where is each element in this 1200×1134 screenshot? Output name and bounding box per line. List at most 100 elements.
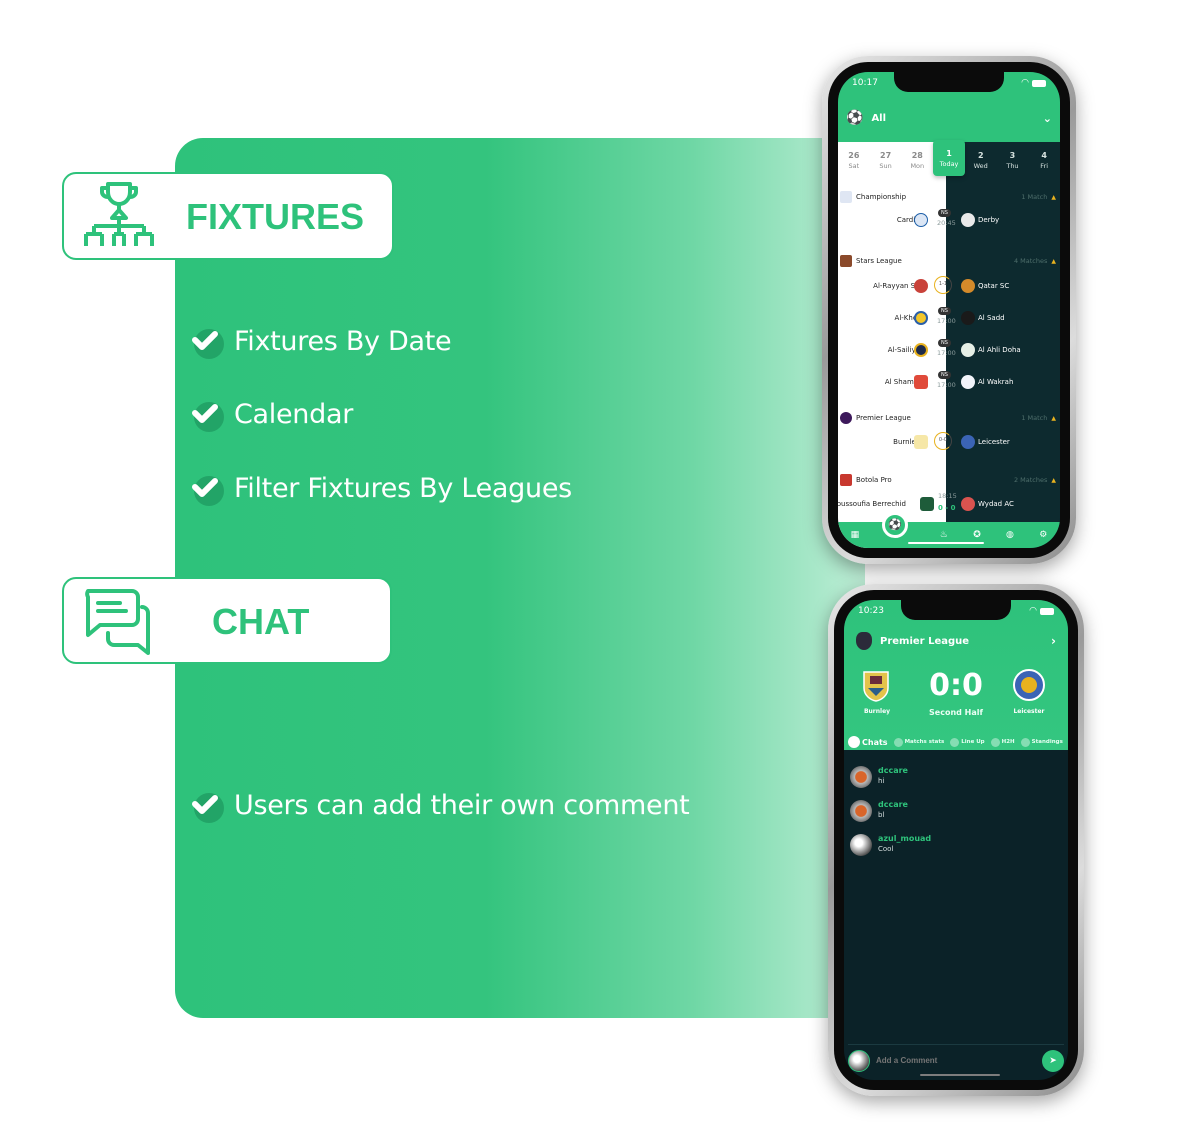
league-header[interactable]: Botola Pro 2 Matches ▲ bbox=[840, 471, 1058, 489]
calendar-icon[interactable]: ▦ bbox=[851, 530, 860, 540]
team-crest bbox=[914, 343, 928, 357]
wifi-icon: ◠ bbox=[1029, 606, 1037, 616]
standings-icon bbox=[1020, 737, 1030, 747]
date-item[interactable]: 28 Mon bbox=[901, 144, 933, 178]
date-item[interactable]: 4 Fri bbox=[1028, 144, 1060, 178]
h2h-icon bbox=[990, 737, 1000, 747]
date-item-today[interactable]: 1 Today bbox=[933, 140, 965, 176]
team-crest bbox=[914, 375, 928, 389]
username[interactable]: azul_mouad bbox=[878, 834, 931, 843]
match-row[interactable]: Youssoufia Berrechid 18:15 0 - 0 Wydad A… bbox=[838, 492, 1060, 516]
status-bar: 10:23 ◠ bbox=[858, 606, 1054, 616]
current-user-avatar bbox=[848, 1049, 870, 1072]
team-crest bbox=[914, 311, 928, 325]
chat-icon bbox=[848, 736, 860, 748]
clock: 10:17 bbox=[852, 78, 878, 88]
league-filter-dropdown[interactable]: ⚽ All ⌄ bbox=[846, 110, 1052, 126]
match-count: 1 Match bbox=[1021, 414, 1048, 422]
collapse-icon: ▲ bbox=[1051, 414, 1056, 422]
comment-input[interactable] bbox=[876, 1056, 1036, 1065]
feature-bullet: Filter Fixtures By Leagues bbox=[188, 470, 572, 506]
league-logo bbox=[840, 474, 852, 486]
match-status: NS bbox=[938, 371, 951, 379]
feature-bullet: Calendar bbox=[188, 396, 353, 432]
collapse-icon: ▲ bbox=[1051, 257, 1056, 265]
tab-match-stats[interactable]: Matchs stats bbox=[893, 737, 944, 747]
kickoff-time: 17:00 bbox=[937, 317, 956, 325]
date-item[interactable]: 2 Wed bbox=[965, 144, 997, 178]
league-name: Stars League bbox=[856, 257, 902, 265]
send-icon: ➤ bbox=[1049, 1055, 1057, 1065]
fixtures-heading-box: FIXTURES bbox=[62, 172, 394, 260]
bullet-text: Filter Fixtures By Leagues bbox=[234, 472, 572, 504]
match-row[interactable]: Cardiff NS 20:45 Derby bbox=[838, 209, 1060, 232]
chat-title: CHAT bbox=[212, 601, 310, 642]
team-crest bbox=[914, 213, 928, 227]
team-crest bbox=[914, 279, 928, 293]
football-icon: ⚽ bbox=[846, 110, 864, 126]
tab-standings[interactable]: Standings bbox=[1020, 737, 1063, 747]
filter-label: All bbox=[871, 112, 887, 124]
date-item[interactable]: 3 Thu bbox=[997, 144, 1029, 178]
award-icon[interactable]: ✪ bbox=[973, 530, 981, 540]
match-count: 2 Matches bbox=[1013, 476, 1048, 484]
bullet-text: Fixtures By Date bbox=[234, 325, 452, 357]
football-icon: ⚽ bbox=[888, 518, 902, 531]
message-text: bl bbox=[878, 811, 885, 819]
match-row[interactable]: Al-Sailiya NS 17:00 Al Ahli Doha bbox=[838, 339, 1060, 362]
league-logo bbox=[840, 191, 852, 203]
tab-line-up[interactable]: Line Up bbox=[950, 737, 985, 747]
check-icon bbox=[188, 396, 224, 432]
avatar[interactable] bbox=[850, 800, 872, 822]
league-header[interactable]: Stars League 4 Matches ▲ bbox=[840, 252, 1058, 270]
username[interactable]: dccare bbox=[878, 800, 908, 809]
lineup-icon bbox=[950, 737, 960, 747]
chat-bubbles-icon bbox=[85, 589, 150, 655]
username[interactable]: dccare bbox=[878, 766, 908, 775]
team-crest bbox=[961, 497, 975, 511]
match-row[interactable]: Al-Rayyan SC 1-1 Qatar SC bbox=[838, 276, 1060, 298]
football-tab-button[interactable]: ⚽ bbox=[882, 512, 908, 538]
fixtures-screen: 10:17 ◠ ⚽ All ⌄ 26 Sat 27 Sun 28 Mon 1 Today… bbox=[838, 72, 1060, 548]
date-item[interactable]: 27 Sun bbox=[870, 144, 902, 178]
match-row[interactable]: Burnley 0-0 Leicester bbox=[838, 432, 1060, 454]
send-button[interactable]: ➤ bbox=[1042, 1049, 1064, 1072]
live-score: 0-0 bbox=[934, 432, 952, 450]
feature-bullet: Fixtures By Date bbox=[188, 323, 452, 359]
kickoff-time: 17:00 bbox=[937, 349, 956, 357]
settings-icon[interactable]: ⚙ bbox=[1039, 530, 1047, 540]
status-bar: 10:17 ◠ bbox=[852, 78, 1046, 88]
league-header[interactable]: Championship 1 Match ▲ bbox=[840, 188, 1058, 206]
chat-heading-box: CHAT bbox=[62, 577, 392, 664]
chat-message: dccare hi bbox=[844, 760, 1068, 794]
team-crest bbox=[961, 343, 975, 357]
avatar[interactable] bbox=[850, 834, 872, 856]
tab-chats[interactable]: Chats bbox=[848, 736, 888, 748]
league-link[interactable]: Premier League › bbox=[856, 632, 1056, 650]
match-row[interactable]: Al Shamal NS 17:00 Al Wakrah bbox=[838, 371, 1060, 394]
kickoff-time: 17:00 bbox=[937, 381, 956, 389]
home-indicator bbox=[908, 542, 984, 544]
globe-icon[interactable]: ◍ bbox=[1006, 530, 1014, 540]
team-crest bbox=[961, 435, 975, 449]
collapse-icon: ▲ bbox=[1051, 476, 1056, 484]
league-name: Championship bbox=[856, 193, 907, 201]
league-header[interactable]: Premier League 1 Match ▲ bbox=[840, 409, 1058, 427]
chat-message: azul_mouad Cool bbox=[844, 828, 1068, 862]
tab-h2h[interactable]: H2H bbox=[990, 737, 1015, 747]
team-crest bbox=[920, 497, 934, 511]
kickoff-time: 18:15 bbox=[938, 492, 957, 500]
kickoff-time: 20:45 bbox=[937, 219, 956, 227]
collapse-icon: ▲ bbox=[1051, 193, 1056, 201]
premier-league-logo bbox=[856, 632, 872, 650]
match-count: 1 Match bbox=[1021, 193, 1048, 201]
date-item[interactable]: 26 Sat bbox=[838, 144, 870, 178]
avatar[interactable] bbox=[850, 766, 872, 788]
match-status: NS bbox=[938, 339, 951, 347]
battery-icon bbox=[1040, 607, 1054, 615]
match-row[interactable]: Al-Khor NS 17:00 Al Sadd bbox=[838, 307, 1060, 330]
chevron-down-icon: ⌄ bbox=[1042, 111, 1052, 125]
fire-icon[interactable]: ♨ bbox=[940, 530, 948, 540]
message-text: Cool bbox=[878, 845, 894, 853]
team-crest bbox=[961, 375, 975, 389]
